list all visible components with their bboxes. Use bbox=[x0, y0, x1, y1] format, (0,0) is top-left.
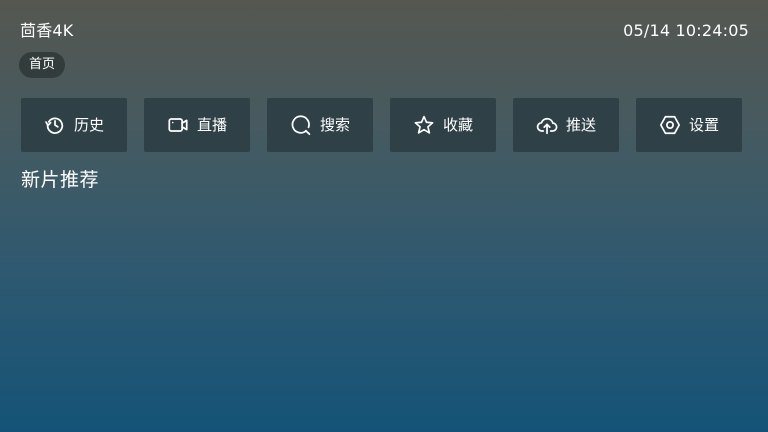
settings-label: 设置 bbox=[688, 116, 719, 134]
hexagon-settings-icon bbox=[659, 114, 681, 136]
app-title: 茴香4K bbox=[20, 21, 74, 40]
live-tv-button[interactable]: 直播 bbox=[144, 98, 250, 152]
push-label: 推送 bbox=[565, 116, 596, 134]
section-title-new-releases: 新片推荐 bbox=[21, 169, 100, 191]
live-tv-label: 直播 bbox=[196, 116, 227, 134]
star-icon bbox=[413, 114, 435, 136]
toolbar: 历史 直播 搜索 收藏 推送 设置 bbox=[21, 98, 742, 152]
cloud-upload-icon bbox=[536, 114, 558, 136]
history-icon bbox=[44, 114, 66, 136]
history-button[interactable]: 历史 bbox=[21, 98, 127, 152]
video-camera-icon bbox=[167, 114, 189, 136]
history-label: 历史 bbox=[73, 116, 104, 134]
clock: 05/14 10:24:05 bbox=[623, 21, 749, 40]
settings-button[interactable]: 设置 bbox=[636, 98, 742, 152]
favorites-label: 收藏 bbox=[442, 116, 473, 134]
search-icon bbox=[290, 114, 312, 136]
home-tab-chip[interactable]: 首页 bbox=[19, 52, 66, 78]
favorites-button[interactable]: 收藏 bbox=[390, 98, 496, 152]
search-label: 搜索 bbox=[319, 116, 350, 134]
push-button[interactable]: 推送 bbox=[513, 98, 619, 152]
search-button[interactable]: 搜索 bbox=[267, 98, 373, 152]
